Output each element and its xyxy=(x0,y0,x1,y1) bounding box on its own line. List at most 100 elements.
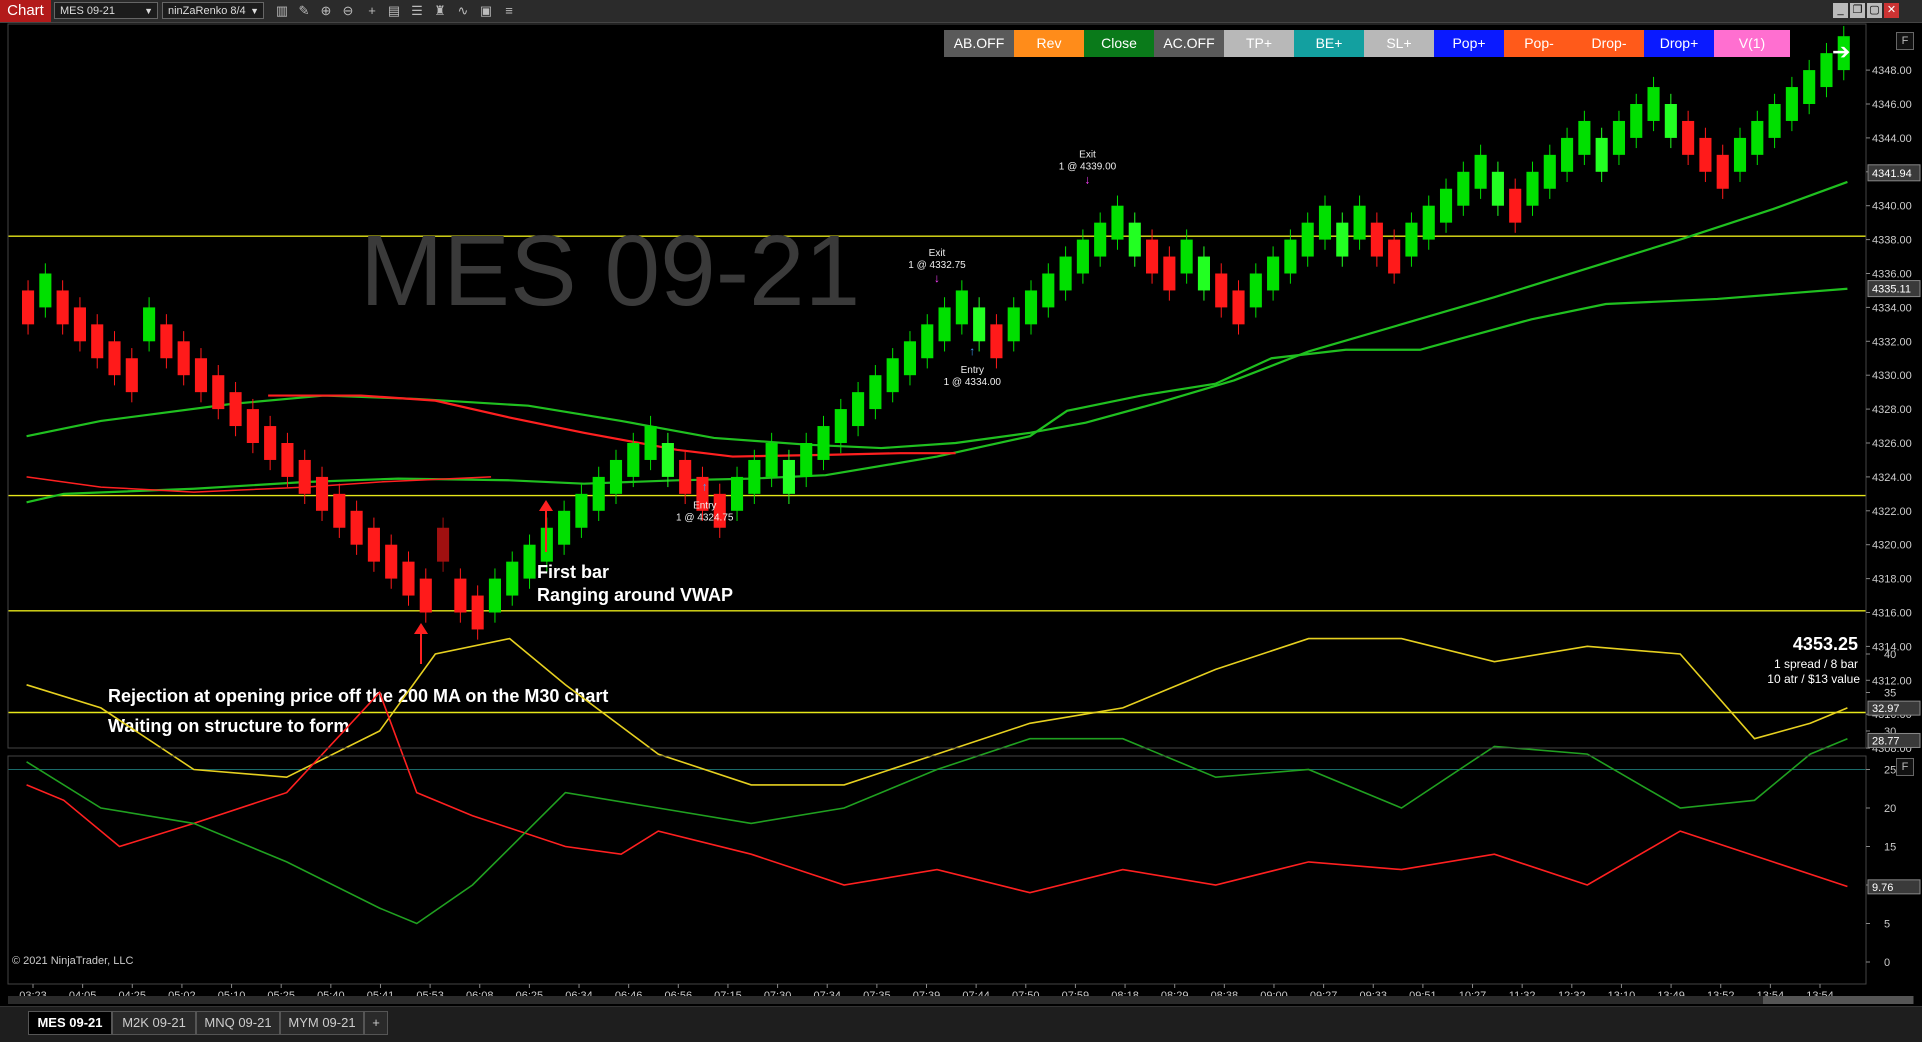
candle-body xyxy=(454,578,467,613)
candle-body xyxy=(1785,87,1798,121)
candle-body xyxy=(1647,87,1660,121)
candle-body xyxy=(1716,154,1729,189)
candle-body xyxy=(419,578,432,613)
candle-body xyxy=(1578,120,1591,155)
candle-body xyxy=(609,459,623,494)
panel-settings-button[interactable]: F xyxy=(1896,32,1914,50)
tab-mes[interactable]: MES 09-21 xyxy=(28,1011,112,1035)
control-be--button[interactable]: BE+ xyxy=(1294,30,1364,57)
candle-body xyxy=(1491,171,1504,206)
scroll-right-arrow-icon[interactable]: ➔ xyxy=(1832,39,1850,65)
candle-body xyxy=(1422,205,1435,240)
annotation-waiting: Waiting on structure to form xyxy=(108,716,349,736)
trade-detail: 1 @ 4324.75 xyxy=(676,512,734,523)
control-close-button[interactable]: Close xyxy=(1084,30,1154,57)
price-tick-label: 4328.00 xyxy=(1872,404,1912,416)
price-marker-label: 4335.11 xyxy=(1872,284,1911,296)
candle-body xyxy=(938,307,951,342)
control-ac-off-button[interactable]: AC.OFF xyxy=(1154,30,1224,57)
candle-body xyxy=(1630,104,1643,138)
control-drop--button[interactable]: Drop- xyxy=(1574,30,1644,57)
candle-body xyxy=(402,561,415,596)
candle-body xyxy=(73,307,86,342)
candle-body xyxy=(1249,273,1262,308)
tab-mym[interactable]: MYM 09-21 xyxy=(280,1011,364,1035)
candle-body xyxy=(298,459,311,494)
control-tp--button[interactable]: TP+ xyxy=(1224,30,1294,57)
candle-body xyxy=(955,290,968,325)
candle-body xyxy=(886,358,899,393)
candle-body xyxy=(506,561,519,596)
price-tick-label: 4346.00 xyxy=(1872,99,1912,111)
control-drop--button[interactable]: Drop+ xyxy=(1644,30,1714,57)
osc-green-line xyxy=(26,737,1848,925)
candle-body xyxy=(1751,120,1764,155)
candle-body xyxy=(246,409,259,443)
tab-mnq[interactable]: MNQ 09-21 xyxy=(196,1011,280,1035)
price-tick-label: 4316.00 xyxy=(1872,608,1912,620)
control-pop--button[interactable]: Pop- xyxy=(1504,30,1574,57)
candle-body xyxy=(281,443,294,477)
candle-body xyxy=(1301,222,1314,257)
price-tick-label: 4340.00 xyxy=(1872,201,1912,213)
price-tick-label: 4348.00 xyxy=(1872,65,1912,77)
copyright-text: © 2021 NinjaTrader, LLC xyxy=(12,955,133,967)
add-tab-button[interactable]: + xyxy=(364,1011,388,1035)
candle-body xyxy=(1388,239,1401,274)
annotation-ranging: Ranging around VWAP xyxy=(537,585,733,605)
candle-body xyxy=(1561,137,1574,172)
osc-tick-label: 15 xyxy=(1884,842,1896,854)
osc-tick-label: 5 xyxy=(1884,919,1890,931)
candle-body xyxy=(1370,222,1383,257)
candle-body xyxy=(1318,205,1332,240)
trade-label: Entry xyxy=(693,500,716,511)
candle-body xyxy=(56,290,69,325)
candle-body xyxy=(1682,120,1695,155)
control-ab-off-button[interactable]: AB.OFF xyxy=(944,30,1014,57)
candle-body xyxy=(1699,137,1712,172)
axes: 4348.004346.004344.004342.004340.004338.… xyxy=(7,23,1921,1002)
candle-body xyxy=(1612,120,1626,155)
candle-body xyxy=(869,375,882,410)
trade-detail: 1 @ 4339.00 xyxy=(1059,162,1117,173)
candle-body xyxy=(782,459,795,494)
osc-tick-label: 25 xyxy=(1884,765,1896,777)
osc-tick-label: 0 xyxy=(1884,957,1890,969)
trade-detail: 1 @ 4334.00 xyxy=(944,377,1002,388)
trade-label: Exit xyxy=(929,248,946,259)
candle-body xyxy=(1024,290,1038,325)
price-tick-label: 4336.00 xyxy=(1872,269,1912,281)
annotation-arrow-head xyxy=(414,623,428,634)
control-rev-button[interactable]: Rev xyxy=(1014,30,1084,57)
candle-body xyxy=(1526,171,1539,206)
candle-body xyxy=(1180,239,1193,274)
osc-marker-label: 32.97 xyxy=(1872,703,1900,715)
trade-detail: 1 @ 4332.75 xyxy=(908,260,966,271)
price-tick-label: 4338.00 xyxy=(1872,235,1912,247)
candle-body xyxy=(679,459,692,494)
candle-body xyxy=(367,527,380,562)
control-sl--button[interactable]: SL+ xyxy=(1364,30,1434,57)
exit-arrow-icon: ↓ xyxy=(1084,173,1090,187)
indicator-lines xyxy=(26,180,1848,504)
horizontal-scrollbar[interactable] xyxy=(8,996,1914,1004)
price-tick-label: 4312.00 xyxy=(1872,675,1912,687)
candle-body xyxy=(1353,205,1366,240)
tab-m2k[interactable]: M2K 09-21 xyxy=(112,1011,196,1035)
candle-body xyxy=(194,358,208,393)
candle-body xyxy=(817,426,830,460)
price-chart[interactable]: ↓Exit1 @ 4332.75↓Exit1 @ 4339.00↑Entry1 … xyxy=(0,0,1922,1041)
indicator-panel-settings-button[interactable]: F xyxy=(1896,758,1914,776)
candle-body xyxy=(488,578,502,613)
candle-body xyxy=(1042,273,1055,308)
trade-label: Entry xyxy=(961,365,984,376)
candle-body xyxy=(644,426,657,460)
control-pop--button[interactable]: Pop+ xyxy=(1434,30,1504,57)
price-tick-label: 4334.00 xyxy=(1872,302,1912,314)
candle-body xyxy=(852,392,865,427)
candle-body xyxy=(1336,222,1349,257)
candle-body xyxy=(1232,290,1245,325)
control-v-1--button[interactable]: V(1) xyxy=(1714,30,1790,57)
candle-body xyxy=(1439,188,1453,223)
scrollbar-thumb[interactable] xyxy=(1763,996,1913,1004)
